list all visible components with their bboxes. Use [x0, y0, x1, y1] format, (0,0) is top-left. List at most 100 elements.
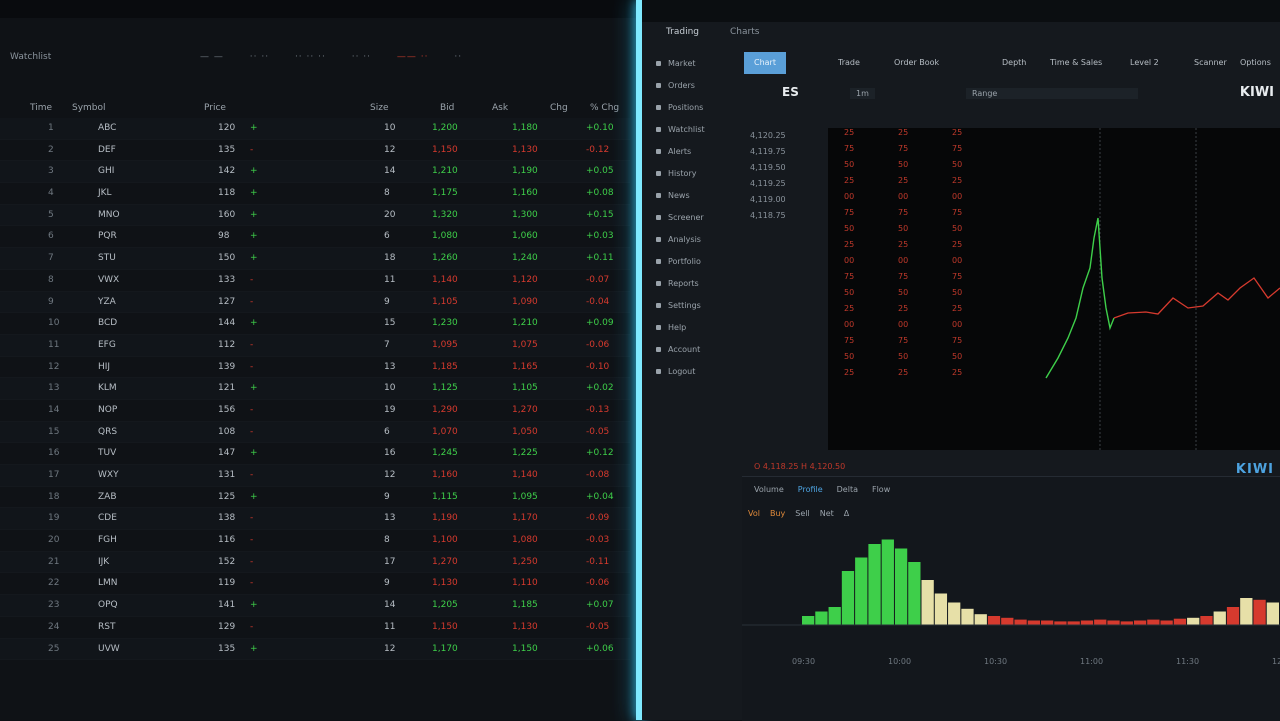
table-cell: 9 — [48, 296, 54, 307]
table-row[interactable]: 18 ZAB 125 +9 1,115 1,095 +0.04 — [0, 487, 630, 509]
sidebar-item[interactable]: History — [656, 162, 736, 184]
table-row[interactable]: 23 OPQ 141 +14 1,205 1,185 +0.07 — [0, 595, 630, 617]
sidebar-item[interactable]: Watchlist — [656, 118, 736, 140]
col-header-symbol[interactable]: Symbol — [72, 103, 106, 113]
table-cell: MNO — [98, 209, 120, 220]
table-row[interactable]: 1 ABC 120 +10 1,200 1,180 +0.10 — [0, 118, 630, 140]
table-cell: 1,160 — [512, 188, 538, 199]
table-row[interactable]: 13 KLM 121 +10 1,125 1,105 +0.02 — [0, 378, 630, 400]
volume-tab[interactable]: Delta — [837, 485, 858, 494]
toolbar-item[interactable]: ·· ·· — [250, 52, 269, 62]
table-cell: + — [250, 166, 258, 177]
volume-subtab[interactable]: Vol — [748, 509, 760, 518]
toolbar-item[interactable]: ·· — [454, 52, 462, 62]
toolbar-item[interactable]: — — — [200, 52, 224, 62]
toolbar-item[interactable]: ·· ·· — [352, 52, 371, 62]
table-row[interactable]: 6 PQR 98 +6 1,080 1,060 +0.03 — [0, 226, 630, 249]
toolbar-item[interactable]: ·· ·· ·· — [295, 52, 326, 62]
tab-trade[interactable]: Trade — [838, 52, 860, 74]
table-row[interactable]: 2 DEF 135 - 12 1,150 1,130 -0.12 — [0, 140, 630, 162]
table-row[interactable]: 5 MNO 160 +20 1,320 1,300 +0.15 — [0, 204, 630, 227]
volume-bar — [855, 557, 868, 625]
sidebar-item[interactable]: Help — [656, 316, 736, 338]
table-row[interactable]: 14 NOP 156 - 19 1,290 1,270 -0.13 — [0, 400, 630, 422]
table-row[interactable]: 20 FGH 116 - 8 1,100 1,080 -0.03 — [0, 530, 630, 552]
volume-subtab[interactable]: Buy — [770, 509, 785, 518]
table-cell: 18 — [384, 253, 396, 264]
col-header-pct-chg[interactable]: % Chg — [590, 103, 619, 113]
tab-scanner[interactable]: Scanner — [1194, 52, 1227, 74]
tab-level-2[interactable]: Level 2 — [1130, 52, 1159, 74]
sidebar-item[interactable]: Screener — [656, 206, 736, 228]
tab-chart[interactable]: Chart — [744, 52, 786, 74]
sidebar-item[interactable]: Alerts — [656, 140, 736, 162]
col-header-bid[interactable]: Bid — [440, 103, 454, 113]
tab-depth[interactable]: Depth — [1002, 52, 1026, 74]
volume-bar — [1120, 621, 1133, 625]
price-chart[interactable]: 25 75 50 25 00 75 50 25 00 75 50 25 00 75 50 25 25 75 50 2… — [828, 128, 1280, 450]
range-select[interactable]: Range — [966, 88, 1138, 99]
price-level: 4,119.25 — [750, 179, 786, 188]
sidebar-item[interactable]: Account — [656, 338, 736, 360]
toolbar-item[interactable]: —— ·· — [397, 52, 429, 62]
table-cell: IJK — [98, 556, 110, 567]
col-header-ask[interactable]: Ask — [492, 103, 508, 113]
volume-subtab[interactable]: Net — [820, 509, 834, 518]
col-header-time[interactable]: Time — [30, 103, 52, 113]
col-header-chg[interactable]: Chg — [550, 103, 568, 113]
volume-subtab[interactable]: Sell — [795, 509, 809, 518]
sidebar-item[interactable]: Portfolio — [656, 250, 736, 272]
interval-select[interactable]: 1m — [850, 88, 875, 99]
table-cell: 8 — [48, 274, 54, 285]
table-cell: 1,090 — [512, 296, 538, 307]
table-cell: 1,050 — [512, 426, 538, 437]
sidebar-item[interactable]: Logout — [656, 360, 736, 382]
table-cell: 1,115 — [432, 491, 458, 502]
volume-tab[interactable]: Profile — [798, 485, 823, 494]
table-row[interactable]: 15 QRS 108 - 6 1,070 1,050 -0.05 — [0, 421, 630, 444]
table-cell: 156 — [218, 404, 236, 415]
sidebar-item-label: Portfolio — [668, 256, 701, 266]
table-cell: + — [250, 318, 258, 329]
sidebar-item[interactable]: News — [656, 184, 736, 206]
symbol-label[interactable]: ES — [782, 85, 799, 99]
table-row[interactable]: 25 UVW 135 +12 1,170 1,150 +0.06 — [0, 638, 630, 661]
tab-order-book[interactable]: Order Book — [894, 52, 939, 74]
sidebar-item[interactable]: Analysis — [656, 228, 736, 250]
table-row[interactable]: 24 RST 129 - 11 1,150 1,130 -0.05 — [0, 617, 630, 639]
col-header-size[interactable]: Size — [370, 103, 388, 113]
table-row[interactable]: 12 HIJ 139 - 13 1,185 1,165 -0.10 — [0, 357, 630, 379]
volume-bar — [815, 611, 828, 625]
table-row[interactable]: 7 STU 150 +18 1,260 1,240 +0.11 — [0, 248, 630, 270]
table-row[interactable]: 21 IJK 152 - 17 1,270 1,250 -0.11 — [0, 551, 630, 574]
table-row[interactable]: 22 LMN 119 - 9 1,130 1,110 -0.06 — [0, 573, 630, 596]
table-row[interactable]: 11 EFG 112 - 7 1,095 1,075 -0.06 — [0, 334, 630, 357]
table-row[interactable]: 3 GHI 142 +14 1,210 1,190 +0.05 — [0, 161, 630, 184]
table-cell: 5 — [48, 209, 54, 220]
table-cell: 22 — [48, 578, 60, 589]
sidebar-bullet-icon — [656, 346, 661, 352]
col-header-price[interactable]: Price — [204, 103, 226, 113]
table-cell: 141 — [218, 600, 236, 611]
table-row[interactable]: 17 WXY 131 - 12 1,160 1,140 -0.08 — [0, 465, 630, 487]
table-row[interactable]: 10 BCD 144 +15 1,230 1,210 +0.09 — [0, 313, 630, 335]
table-row[interactable]: 9 YZA 127 - 9 1,105 1,090 -0.04 — [0, 291, 630, 314]
sidebar-item[interactable]: Orders — [656, 74, 736, 96]
sidebar-item[interactable]: Reports — [656, 272, 736, 294]
sidebar-item[interactable]: Positions — [656, 96, 736, 118]
tab-options[interactable]: Options — [1240, 52, 1271, 74]
volume-chart[interactable] — [742, 527, 1280, 687]
table-cell: 7 — [384, 339, 390, 350]
volume-tab[interactable]: Flow — [872, 485, 890, 494]
volume-bar — [1080, 620, 1094, 625]
table-row[interactable]: 19 CDE 138 - 13 1,190 1,170 -0.09 — [0, 508, 630, 531]
table-row[interactable]: 8 VWX 133 - 11 1,140 1,120 -0.07 — [0, 270, 630, 292]
table-row[interactable]: 4 JKL 118 +8 1,175 1,160 +0.08 — [0, 183, 630, 205]
volume-tab[interactable]: Volume — [754, 485, 784, 494]
table-cell: + — [250, 209, 258, 220]
volume-subtab[interactable]: Δ — [844, 509, 849, 518]
sidebar-item[interactable]: Settings — [656, 294, 736, 316]
sidebar-item[interactable]: Market — [656, 52, 736, 74]
table-row[interactable]: 16 TUV 147 +16 1,245 1,225 +0.12 — [0, 443, 630, 465]
tab-time-sales[interactable]: Time & Sales — [1050, 52, 1102, 74]
